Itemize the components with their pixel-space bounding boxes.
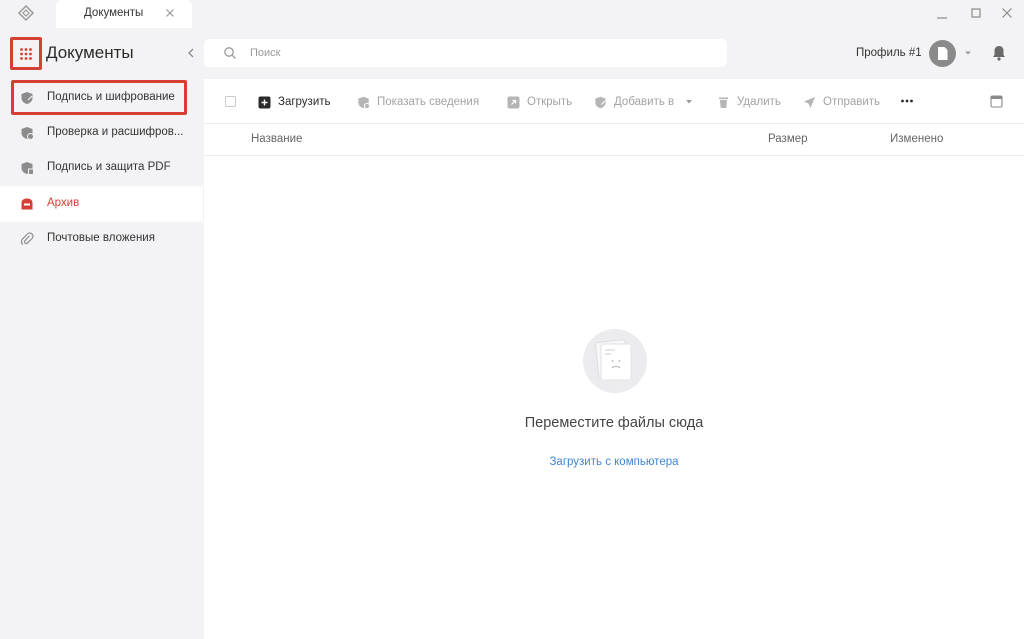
open-external-icon <box>507 96 520 108</box>
show-info-label: Показать сведения <box>377 96 480 108</box>
title-bar: Документы <box>0 0 1024 28</box>
send-icon <box>804 96 815 108</box>
add-to-label: Добавить в <box>614 96 675 108</box>
maximize-window-icon[interactable] <box>966 4 986 24</box>
tab-label: Документы <box>84 7 144 19</box>
shield-sign-icon <box>21 92 33 104</box>
delete-button[interactable]: Удалить <box>717 93 781 111</box>
sidebar-item-label: Подпись и шифрование <box>47 91 175 103</box>
avatar[interactable] <box>929 40 956 67</box>
column-modified[interactable]: Изменено <box>890 133 943 145</box>
send-button[interactable]: Отправить <box>803 93 880 111</box>
apps-grid-icon <box>20 47 32 60</box>
chevron-down-icon <box>686 100 693 104</box>
select-all-checkbox[interactable] <box>225 96 236 107</box>
sidebar-item-label: Архив <box>47 197 80 209</box>
sidebar-item-sign-encrypt[interactable]: Подпись и шифрование <box>0 80 203 116</box>
upload-button[interactable]: Загрузить <box>258 93 331 111</box>
archive-icon <box>21 198 33 210</box>
sidebar-item-verify-decrypt[interactable]: Проверка и расшифров... <box>0 115 203 151</box>
send-label: Отправить <box>823 96 881 108</box>
close-window-icon[interactable] <box>997 4 1017 24</box>
search-bar[interactable] <box>204 39 727 67</box>
chevron-down-icon[interactable] <box>962 48 974 58</box>
open-label: Открыть <box>527 96 573 108</box>
bell-icon[interactable] <box>991 44 1007 62</box>
profile-label[interactable]: Профиль #1 <box>856 47 922 59</box>
shield-check-icon <box>21 127 34 140</box>
column-size[interactable]: Размер <box>768 133 808 145</box>
upload-label: Загрузить <box>278 96 331 108</box>
toolbar: Загрузить Показать сведения Открыть Доба… <box>204 79 1024 124</box>
close-tab-icon[interactable] <box>162 5 178 21</box>
sidebar-item-mail-attachments[interactable]: Почтовые вложения <box>0 221 203 257</box>
delete-label: Удалить <box>737 96 781 108</box>
layout-toggle-icon[interactable] <box>990 95 1003 108</box>
minimize-window-icon[interactable] <box>932 4 952 24</box>
add-to-button[interactable]: Добавить в <box>594 93 694 111</box>
sidebar-item-label: Проверка и расшифров... <box>47 126 184 138</box>
trash-icon <box>719 97 728 108</box>
shield-pdf-icon <box>21 162 34 175</box>
empty-folder-illustration <box>583 329 647 393</box>
search-input[interactable] <box>250 45 710 61</box>
empty-state-title: Переместите файлы сюда <box>524 415 704 431</box>
app-logo-icon <box>17 4 35 22</box>
tab-documents[interactable]: Документы <box>56 0 192 28</box>
table-header: Название Размер Изменено <box>204 124 1024 156</box>
search-icon <box>224 47 236 59</box>
more-options-icon[interactable] <box>900 95 914 107</box>
profile-document-icon <box>938 47 948 60</box>
shield-info-icon <box>358 96 370 109</box>
show-info-button[interactable]: Показать сведения <box>357 93 479 111</box>
sidebar-item-archive[interactable]: Архив <box>0 186 203 222</box>
column-name[interactable]: Название <box>251 133 302 145</box>
sidebar-item-label: Почтовые вложения <box>47 232 155 244</box>
upload-from-computer-link[interactable]: Загрузить с компьютера <box>204 456 1024 468</box>
collapse-sidebar-icon[interactable] <box>185 46 197 60</box>
app-title: Документы <box>46 43 134 62</box>
upload-plus-icon <box>258 96 271 108</box>
main-panel: Загрузить Показать сведения Открыть Доба… <box>204 79 1024 639</box>
sidebar-item-label: Подпись и защита PDF <box>47 161 171 173</box>
paperclip-icon <box>20 232 34 245</box>
open-button[interactable]: Открыть <box>507 93 572 111</box>
apps-menu-button[interactable] <box>10 37 42 70</box>
sidebar-item-sign-pdf[interactable]: Подпись и защита PDF <box>0 150 203 186</box>
shield-add-icon <box>595 96 606 108</box>
